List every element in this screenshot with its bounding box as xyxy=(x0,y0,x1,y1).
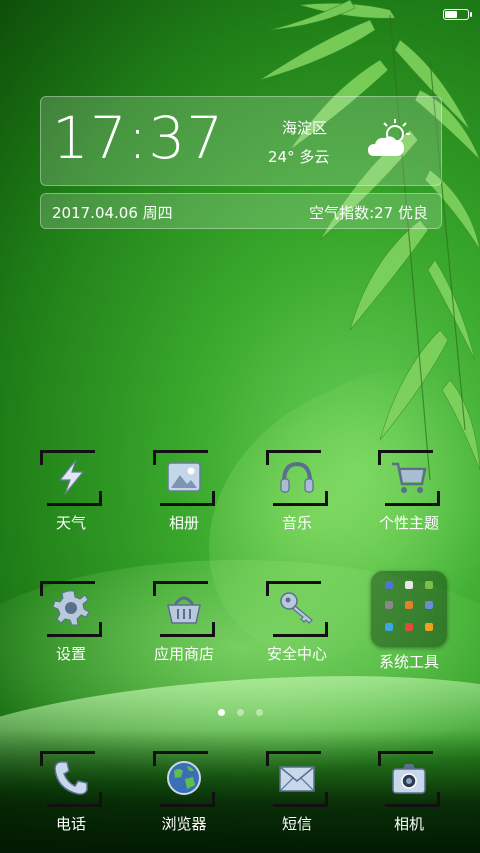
bamboo-leaves-decoration xyxy=(259,0,480,480)
weather-temperature: 24° 多云 xyxy=(268,146,329,167)
app-label: 相机 xyxy=(393,815,424,833)
app-music[interactable]: 音乐 xyxy=(247,450,347,533)
app-folder-system-tools[interactable]: 系统工具 xyxy=(359,571,459,672)
app-label: 设置 xyxy=(55,645,86,663)
battery-level xyxy=(445,11,457,18)
phone-icon xyxy=(54,761,88,795)
app-label: 个性主题 xyxy=(378,514,439,532)
app-label: 相册 xyxy=(168,514,199,532)
battery-icon xyxy=(443,9,472,20)
app-security[interactable]: 安全中心 xyxy=(247,581,347,664)
clock-time: 17:37 xyxy=(52,104,225,172)
page-indicator[interactable] xyxy=(0,701,480,720)
app-label: 应用商店 xyxy=(153,645,214,663)
app-settings[interactable]: 设置 xyxy=(21,581,121,664)
page-dot[interactable] xyxy=(236,709,244,716)
weather-location: 海淀区 xyxy=(282,119,328,137)
weekday: 周四 xyxy=(142,204,173,222)
folder-icon xyxy=(371,571,447,647)
envelope-icon xyxy=(279,766,315,792)
app-label: 系统工具 xyxy=(378,653,439,671)
date-value: 2017.04.06 xyxy=(52,204,138,222)
app-label: 电话 xyxy=(55,815,86,833)
page-dot[interactable] xyxy=(255,709,263,716)
page-dot[interactable] xyxy=(217,709,225,716)
key-icon xyxy=(280,592,313,624)
dock-camera[interactable]: 相机 xyxy=(359,751,459,834)
camera-icon xyxy=(392,764,426,794)
app-label: 天气 xyxy=(55,514,86,532)
picture-icon xyxy=(167,462,201,492)
cart-icon xyxy=(392,462,427,493)
lightning-icon xyxy=(58,459,85,495)
headphones-icon xyxy=(280,461,314,493)
dock-phone[interactable]: 电话 xyxy=(21,751,121,834)
app-gallery[interactable]: 相册 xyxy=(134,450,234,533)
home-screen: 17:37 海淀区 24° 多云 2017.04.06 周四 空气指数:27 优… xyxy=(0,0,480,853)
dock-messages[interactable]: 短信 xyxy=(247,751,347,834)
app-label: 音乐 xyxy=(281,514,312,532)
gear-icon xyxy=(52,590,90,626)
app-themes[interactable]: 个性主题 xyxy=(359,450,459,533)
air-quality-text: 空气指数:27 优良 xyxy=(309,204,428,222)
shopping-basket-icon xyxy=(167,596,201,624)
app-store[interactable]: 应用商店 xyxy=(134,581,234,664)
app-label: 安全中心 xyxy=(266,645,327,663)
partly-cloudy-icon xyxy=(368,119,410,156)
dock-browser[interactable]: 浏览器 xyxy=(134,751,234,834)
weather-condition: 多云 xyxy=(299,148,330,166)
app-weather[interactable]: 天气 xyxy=(21,450,121,533)
temperature-value: 24° xyxy=(268,148,295,166)
app-label: 短信 xyxy=(281,815,312,833)
date-text: 2017.04.06 周四 xyxy=(52,202,173,223)
globe-icon xyxy=(167,761,201,795)
app-label: 浏览器 xyxy=(161,815,207,833)
